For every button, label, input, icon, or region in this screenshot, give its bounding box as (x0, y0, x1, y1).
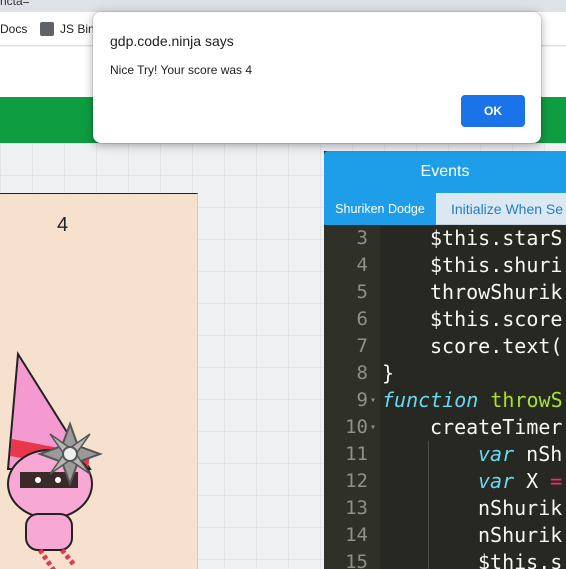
code-text: createTimer (430, 415, 563, 439)
alert-dialog: gdp.code.ninja says Nice Try! Your score… (93, 12, 541, 143)
line-number: 10 (345, 416, 368, 438)
line-number: 9 (356, 389, 368, 411)
code-text: var X = (478, 469, 563, 493)
code-text: throwShurik (430, 280, 563, 304)
code-line: 13 nShurik (324, 495, 566, 522)
code-text: $this.starS (430, 226, 563, 250)
code-text: $this.shuri (430, 253, 563, 277)
ninja-sprite (6, 350, 103, 569)
tab-initialize-when[interactable]: Initialize When Se (451, 193, 563, 225)
bookmark-jsbin[interactable]: JS Bin (40, 22, 95, 36)
bookmark-docs[interactable]: Docs (0, 22, 27, 36)
line-number: 5 (356, 281, 368, 303)
code-line: 6 $this.score (324, 306, 566, 333)
code-line: 10 ▾ createTimer (324, 414, 566, 441)
dialog-title: gdp.code.ninja says (110, 33, 234, 49)
code-text: score.text( (430, 334, 563, 358)
code-line: 14 nShurik (324, 522, 566, 549)
tab-shuriken-dodge[interactable]: Shuriken Dodge (324, 193, 436, 225)
code-line: 11 var nSh (324, 441, 566, 468)
code-line: 12 var X = (324, 468, 566, 495)
events-tabs: Shuriken Dodge Initialize When Se (324, 193, 566, 225)
line-number: 3 (356, 227, 368, 249)
jsbin-icon (40, 22, 54, 36)
browser-title-strip: ncta= (0, 0, 566, 12)
code-line: 4 $this.shuri (324, 252, 566, 279)
line-number: 4 (356, 254, 368, 276)
indent-guide (428, 522, 429, 549)
code-text: function throwS (382, 388, 563, 412)
line-number: 13 (345, 497, 368, 519)
code-text: nShurik (478, 496, 563, 520)
title-fragment: ncta= (0, 0, 30, 8)
code-text: $this.s (478, 550, 563, 569)
code-line: 15 $this.s (324, 549, 566, 569)
code-line: 3 $this.starS (324, 225, 566, 252)
line-number: 11 (345, 443, 368, 465)
score-display: 4 (57, 214, 69, 236)
fold-arrow-icon[interactable]: ▾ (370, 414, 376, 441)
code-line: 5 throwShurik (324, 279, 566, 306)
code-text: $this.score (430, 307, 563, 331)
line-number: 14 (345, 524, 368, 546)
bookmark-docs-label: Docs (0, 22, 28, 36)
code-line: 7 score.text( (324, 333, 566, 360)
dialog-message: Nice Try! Your score was 4 (110, 63, 253, 77)
events-header: Events (324, 151, 566, 193)
game-stage[interactable]: 4 (0, 193, 198, 569)
indent-guide (428, 495, 429, 522)
indent-guide (428, 549, 429, 569)
screen: ncta= Docs JS Bin 4 Events Shuriken Dodg… (0, 0, 566, 569)
line-number: 8 (356, 362, 368, 384)
code-line: 8} (324, 360, 566, 387)
code-text: var nSh (478, 442, 563, 466)
bookmark-jsbin-label: JS Bin (60, 22, 95, 36)
line-number: 15 (345, 551, 368, 569)
code-text: } (382, 361, 395, 385)
code-line: 9 ▾ function throwS (324, 387, 566, 414)
code-text: nShurik (478, 523, 563, 547)
indent-guide (428, 468, 429, 495)
line-number: 7 (356, 335, 368, 357)
indent-guide (428, 441, 429, 468)
line-number: 6 (356, 308, 368, 330)
fold-arrow-icon[interactable]: ▾ (370, 387, 376, 414)
events-panel: Events Shuriken Dodge Initialize When Se… (324, 151, 566, 569)
line-number: 12 (345, 470, 368, 492)
ok-button[interactable]: OK (461, 95, 525, 127)
code-editor[interactable]: 3 $this.starS 4 $this.shuri 5 throwShurik 6 $th… (324, 225, 566, 569)
